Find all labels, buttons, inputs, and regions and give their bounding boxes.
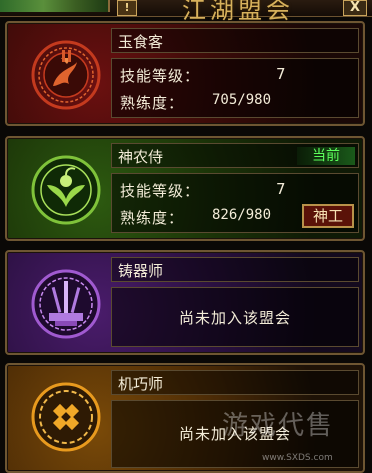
skill-level-value: 7: [276, 65, 286, 83]
skill-level-row: 技能等级： 7: [120, 65, 286, 86]
proficiency-row: 熟练度： 826/980: [120, 207, 271, 228]
skill-level-label: 技能等级：: [120, 67, 201, 85]
herb-emblem-icon: [31, 155, 101, 225]
name-box: 机巧师: [111, 370, 359, 395]
dragon-emblem-icon: [31, 40, 101, 110]
shengong-button[interactable]: 神工: [302, 204, 354, 228]
status-box: 尚未加入该盟会: [111, 287, 359, 347]
guild-card-shennongshi[interactable]: 神农侍 当前 技能等级： 7 熟练度： 826/980 神工: [5, 136, 365, 241]
watermark-text: 游戏代售: [222, 411, 335, 441]
current-badge: 当前: [297, 147, 355, 165]
skill-info-box: 技能等级： 7 熟练度： 826/980 神工: [111, 173, 359, 233]
info-button[interactable]: !: [117, 0, 137, 16]
skill-level-value: 7: [276, 180, 286, 198]
skill-info-box: 技能等级： 7 熟练度： 705/980: [111, 58, 359, 118]
proficiency-value: 826/980: [212, 207, 272, 223]
name-box: 神农侍 当前: [111, 143, 359, 168]
not-joined-text: 尚未加入该盟会: [178, 309, 291, 327]
guild-card-zhuqishi[interactable]: 铸器师 尚未加入该盟会: [5, 250, 365, 355]
proficiency-label: 熟练度：: [120, 209, 185, 227]
proficiency-label: 熟练度：: [120, 94, 185, 112]
proficiency-row: 熟练度： 705/980: [120, 92, 271, 113]
name-box: 玉食客: [111, 28, 359, 53]
skill-level-label: 技能等级：: [120, 182, 201, 200]
guild-name: 玉食客: [118, 33, 164, 51]
watermark: 游戏代售 www.SXDS.com: [222, 405, 372, 465]
proficiency-value: 705/980: [212, 92, 272, 108]
guild-name: 神农侍: [118, 148, 164, 166]
mechanism-emblem-icon: [31, 382, 101, 452]
header-bar: ! 江湖盟会 X: [0, 0, 372, 24]
guild-name: 机巧师: [118, 375, 164, 393]
minimap-thumbnail[interactable]: [0, 0, 110, 12]
close-button[interactable]: X: [343, 0, 367, 16]
skill-level-row: 技能等级： 7: [120, 180, 286, 201]
name-box: 铸器师: [111, 257, 359, 282]
guild-name: 铸器师: [118, 262, 164, 280]
guild-card-yushike[interactable]: 玉食客 技能等级： 7 熟练度： 705/980: [5, 21, 365, 126]
watermark-site: www.SXDS.com: [262, 453, 333, 463]
forge-emblem-icon: [31, 269, 101, 339]
